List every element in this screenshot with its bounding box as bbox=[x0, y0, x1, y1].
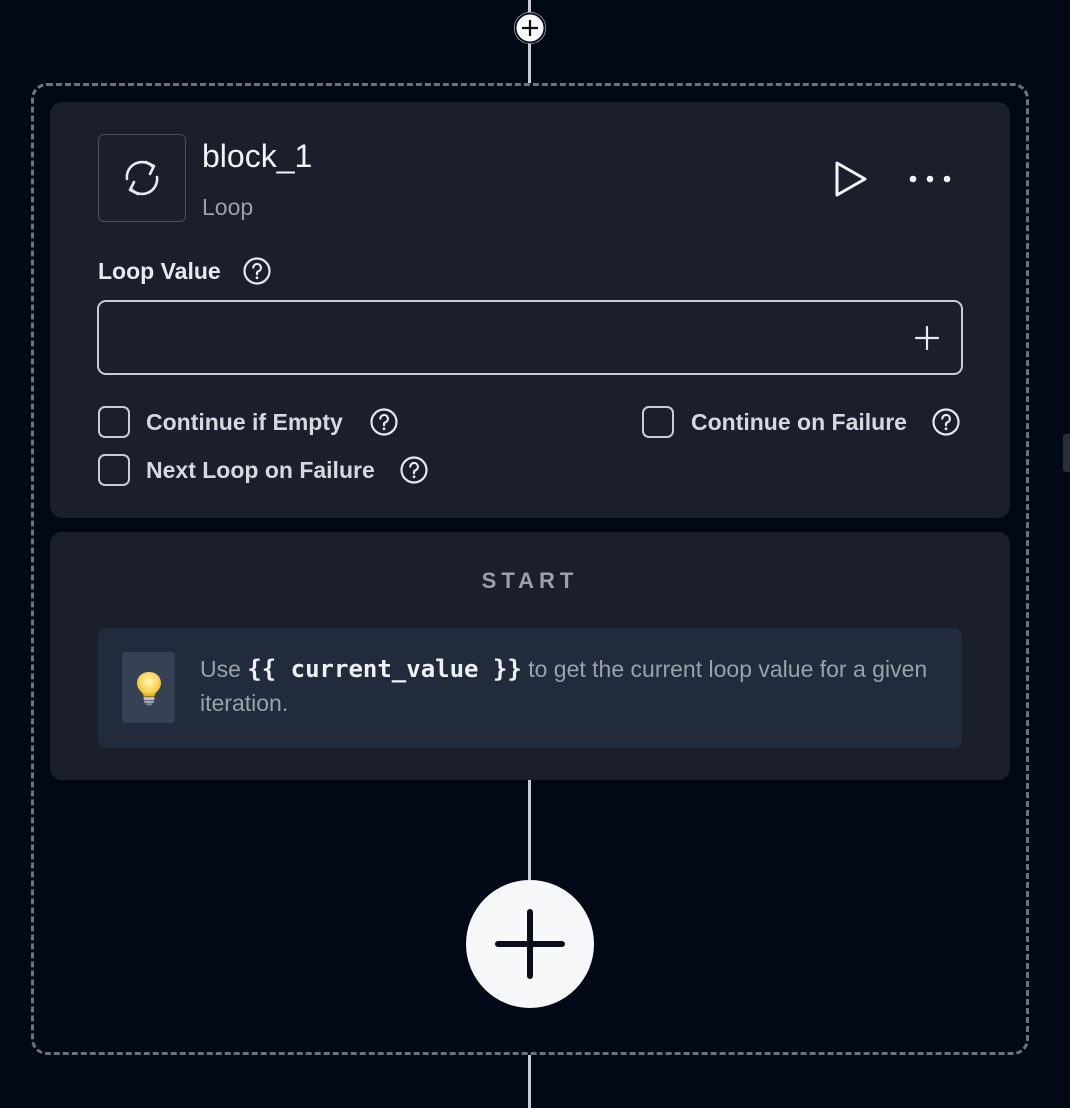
loop-block-card: block_1 Loop Loop Value Continue if Empt… bbox=[50, 102, 1010, 518]
tip-text: Use {{ current_value }} to get the curre… bbox=[200, 655, 928, 716]
run-block-button[interactable] bbox=[832, 160, 870, 198]
loop-value-label: Loop Value bbox=[98, 258, 221, 284]
block-type-label: Loop bbox=[202, 194, 254, 220]
next-loop-on-failure-checkbox[interactable] bbox=[98, 454, 130, 486]
resize-handle[interactable] bbox=[1063, 434, 1070, 472]
plus-icon bbox=[514, 12, 546, 44]
help-circle-icon[interactable] bbox=[242, 256, 272, 286]
add-parameter-icon[interactable] bbox=[913, 324, 941, 352]
help-circle-icon[interactable] bbox=[931, 407, 961, 437]
current-value-code: {{ current_value }} bbox=[247, 655, 522, 683]
block-title: block_1 bbox=[202, 138, 313, 174]
continue-if-empty-checkbox[interactable] bbox=[98, 406, 130, 438]
help-circle-icon[interactable] bbox=[369, 407, 399, 437]
continue-if-empty-label: Continue if Empty bbox=[146, 409, 343, 435]
plus-icon bbox=[495, 909, 565, 979]
loop-start-card: START Use {{ current_value }} to get the… bbox=[50, 532, 1010, 780]
more-horizontal-icon bbox=[909, 175, 951, 183]
loop-value-input[interactable] bbox=[113, 302, 897, 375]
loop-value-input-wrapper bbox=[97, 300, 963, 375]
next-loop-on-failure-label: Next Loop on Failure bbox=[146, 457, 375, 483]
start-label: START bbox=[481, 568, 579, 593]
add-block-in-loop-button[interactable] bbox=[466, 880, 594, 1008]
loop-arrows-icon bbox=[98, 134, 186, 222]
tip-box: Use {{ current_value }} to get the curre… bbox=[98, 628, 962, 748]
lightbulb-icon bbox=[122, 652, 175, 723]
continue-on-failure-label: Continue on Failure bbox=[691, 409, 907, 435]
help-circle-icon[interactable] bbox=[399, 455, 429, 485]
continue-on-failure-checkbox[interactable] bbox=[642, 406, 674, 438]
connector-bottom bbox=[528, 1055, 531, 1108]
more-options-button[interactable] bbox=[904, 162, 956, 196]
play-icon bbox=[835, 161, 867, 197]
add-block-above-button[interactable] bbox=[514, 12, 546, 44]
